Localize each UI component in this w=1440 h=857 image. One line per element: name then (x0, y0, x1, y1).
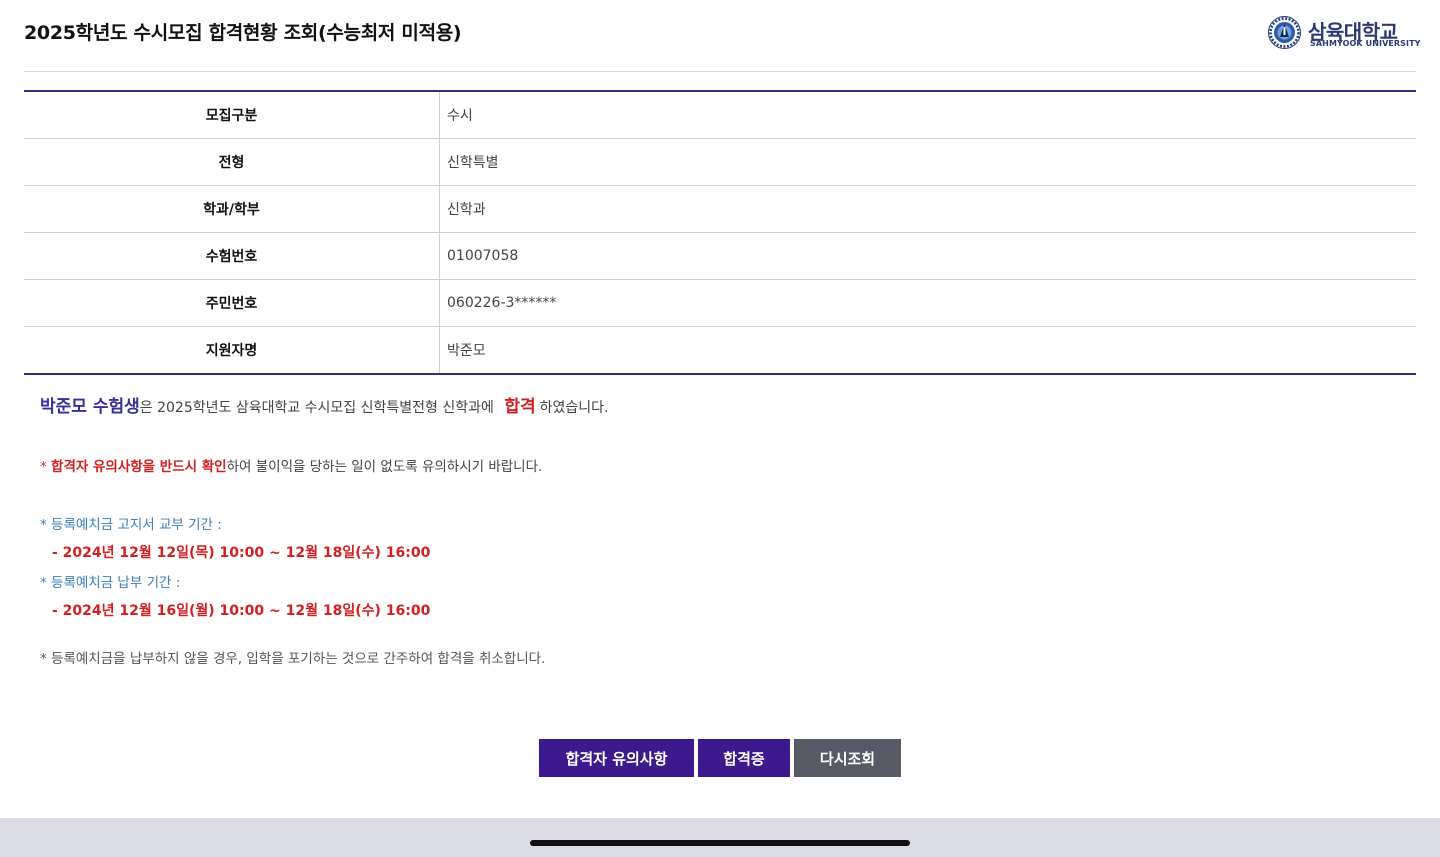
row-value-applicant-name: 박준모 (439, 326, 1416, 374)
payment-period-label: * 등록예치금 납부 기간 : (40, 575, 181, 591)
logo-english-text: SAHMYOOK UNIVERSITY (1310, 39, 1421, 48)
payment-period-value: - 2024년 12월 16일(월) 10:00 ~ 12월 18일(수) 16… (52, 603, 431, 619)
applicant-info-table: 모집구분 수시 전형 신학특별 학과/학부 신학과 수험번호 01007058 … (24, 90, 1416, 375)
table-row: 모집구분 수시 (24, 91, 1416, 139)
table-row: 전형 신학특별 (24, 138, 1416, 186)
table-row: 수험번호 01007058 (24, 232, 1416, 280)
result-text-end: 하였습니다. (539, 400, 609, 416)
row-value-exam-number: 01007058 (439, 232, 1416, 280)
table-row: 지원자명 박준모 (24, 326, 1416, 374)
result-applicant-name: 박준모 수험생 (40, 397, 140, 417)
warning-emphasis: 합격자 유의사항을 반드시 확인 (51, 459, 227, 475)
row-value-department: 신학과 (439, 185, 1416, 233)
row-label-admission-track: 전형 (24, 138, 440, 186)
home-indicator[interactable] (530, 840, 910, 846)
result-message: 박준모 수험생은 2025학년도 삼육대학교 수시모집 신학특별전형 신학과에 … (40, 392, 608, 417)
system-bottom-bar (0, 818, 1440, 857)
warning-rest: 하여 불이익을 당하는 일이 없도록 유의하시기 바랍니다. (226, 459, 543, 475)
table-row: 주민번호 060226-3****** (24, 279, 1416, 327)
cancellation-notice: * 등록예치금을 납부하지 않을 경우, 입학을 포기하는 것으로 간주하여 합… (40, 651, 546, 667)
row-value-resident-number: 060226-3****** (439, 279, 1416, 327)
warning-notice: * 합격자 유의사항을 반드시 확인하여 불이익을 당하는 일이 없도록 유의하… (40, 455, 542, 475)
header-divider (24, 71, 1416, 72)
admission-certificate-button[interactable]: 합격증 (698, 739, 790, 777)
bill-period-label: * 등록예치금 고지서 교부 기간 : (40, 517, 222, 533)
page-header: 2025학년도 수시모집 합격현황 조회(수능최저 미적용) 삼육대학교 SAH… (0, 0, 1440, 72)
row-value-admission-track: 신학특별 (439, 138, 1416, 186)
result-text-middle: 은 2025학년도 삼육대학교 수시모집 신학특별전형 신학과에 (139, 400, 494, 416)
row-label-resident-number: 주민번호 (24, 279, 440, 327)
row-label-exam-number: 수험번호 (24, 232, 440, 280)
university-logo[interactable]: 삼육대학교 SAHMYOOK UNIVERSITY (1268, 16, 1420, 50)
result-pass-status: 합격 (504, 397, 536, 417)
page-title: 2025학년도 수시모집 합격현황 조회(수능최저 미적용) (24, 22, 462, 44)
admission-notice-button[interactable]: 합격자 유의사항 (539, 739, 694, 777)
bill-period-value: - 2024년 12월 12일(목) 10:00 ~ 12월 18일(수) 16… (52, 545, 431, 561)
row-label-recruit-type: 모집구분 (24, 91, 440, 139)
row-value-recruit-type: 수시 (447, 108, 473, 124)
row-label-applicant-name: 지원자명 (24, 326, 440, 374)
row-label-department: 학과/학부 (24, 185, 440, 233)
table-row: 학과/학부 신학과 (24, 185, 1416, 233)
warning-star: * (40, 459, 52, 475)
search-again-button[interactable]: 다시조회 (794, 739, 901, 777)
university-emblem-icon (1268, 16, 1301, 49)
